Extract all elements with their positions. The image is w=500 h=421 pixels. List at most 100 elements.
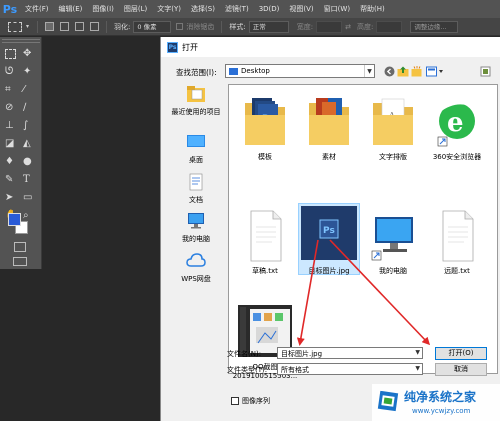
watermark-url: www.ycwjzy.com xyxy=(412,407,471,415)
chevron-down-icon[interactable]: ▼ xyxy=(415,365,420,372)
screen-mode-icon[interactable] xyxy=(13,257,27,266)
foreground-color-front[interactable] xyxy=(8,213,21,226)
magic-wand-tool-icon[interactable]: ✦ xyxy=(23,67,37,81)
file-item[interactable]: 远题.txt xyxy=(426,207,488,276)
file-label: 草稿.txt xyxy=(252,267,278,275)
filetype-value: 所有格式 xyxy=(281,366,309,374)
file-item[interactable]: Ps 模板 xyxy=(234,93,296,162)
type-tool-icon[interactable]: T xyxy=(23,175,37,189)
computer-icon xyxy=(371,217,413,261)
look-in-combobox[interactable]: Desktop ▼ xyxy=(225,64,375,78)
history-brush-tool-icon[interactable]: ∫ xyxy=(23,121,37,135)
folder-icon: A xyxy=(373,98,413,145)
path-selection-tool-icon[interactable]: ➤ xyxy=(5,193,19,207)
file-label: 目标图片.jpg xyxy=(308,267,350,275)
menu-edit[interactable]: 编辑(E) xyxy=(54,0,88,18)
file-item[interactable]: A 文字排版 xyxy=(362,93,424,162)
place-wps-cloud[interactable]: WPS网盘 xyxy=(166,251,226,284)
menu-select[interactable]: 选择(S) xyxy=(186,0,220,18)
photoshop-logo: Ps xyxy=(2,2,18,16)
antialias-checkbox[interactable] xyxy=(176,23,184,30)
add-selection-icon[interactable] xyxy=(60,22,70,31)
text-file-icon xyxy=(250,210,282,262)
place-computer[interactable]: 我的电脑 xyxy=(166,211,226,244)
place-recent[interactable]: 最近使用的项目 xyxy=(166,84,226,117)
subtract-selection-icon[interactable] xyxy=(75,22,85,31)
file-label: 360安全浏览器 xyxy=(432,153,482,161)
marquee-tool-preset-icon[interactable] xyxy=(8,21,22,32)
width-label: 宽度: xyxy=(296,22,314,31)
brush-tool-icon[interactable]: ∕ xyxy=(23,103,37,117)
eraser-tool-icon[interactable]: ◪ xyxy=(5,139,19,153)
menu-3d[interactable]: 3D(D) xyxy=(254,0,285,18)
new-selection-icon[interactable] xyxy=(45,22,55,31)
menu-help[interactable]: 帮助(H) xyxy=(355,0,390,18)
place-desktop[interactable]: 桌面 xyxy=(166,132,226,165)
menu-file[interactable]: 文件(F) xyxy=(20,0,54,18)
height-input[interactable] xyxy=(376,20,403,33)
crop-tool-icon[interactable]: ⌗ xyxy=(5,85,19,99)
watermark-logo-icon xyxy=(377,390,399,412)
intersect-selection-icon[interactable] xyxy=(90,22,100,31)
menu-image[interactable]: 图像(I) xyxy=(87,0,119,18)
shape-tool-icon[interactable]: ▭ xyxy=(23,193,37,207)
menu-window[interactable]: 窗口(W) xyxy=(319,0,355,18)
menu-filter[interactable]: 滤镜(T) xyxy=(220,0,254,18)
style-select[interactable]: 正常 xyxy=(248,20,289,33)
image-sequence-label: 图像序列 xyxy=(242,397,270,405)
style-label: 样式: xyxy=(229,22,246,31)
menu-layer[interactable]: 图层(L) xyxy=(119,0,152,18)
dodge-tool-icon[interactable]: ● xyxy=(23,157,37,171)
swap-icon[interactable]: ⇄ xyxy=(345,23,351,31)
file-item-selected[interactable]: Ps 目标图片.jpg xyxy=(298,203,360,276)
menu-type[interactable]: 文字(Y) xyxy=(152,0,186,18)
new-folder-icon[interactable] xyxy=(411,65,423,77)
feather-input[interactable]: 0 像素 xyxy=(133,20,172,33)
eyedropper-tool-icon[interactable]: ⁄ xyxy=(23,85,37,99)
width-input[interactable] xyxy=(316,20,343,33)
view-menu-icon[interactable] xyxy=(426,65,444,77)
preview-pane-icon[interactable] xyxy=(479,65,491,77)
browser-icon: e xyxy=(437,101,477,147)
image-sequence-checkbox[interactable] xyxy=(231,397,239,405)
up-folder-icon[interactable] xyxy=(397,65,409,77)
back-icon[interactable] xyxy=(383,65,395,77)
filetype-select[interactable]: 所有格式 ▼ xyxy=(277,363,423,375)
tools-panel: ✥ ᘎ ✦ ⌗ ⁄ ⊘ ∕ ⊥ ∫ ◪ ◭ ♦ ● ✎ T ➤ ▭ ✋ ⌕ xyxy=(0,37,42,269)
marquee-tool-icon[interactable] xyxy=(5,49,16,59)
file-item[interactable]: 草稿.txt xyxy=(234,207,296,276)
desktop-icon xyxy=(187,135,205,147)
clone-stamp-tool-icon[interactable]: ⊥ xyxy=(5,121,19,135)
chevron-down-icon[interactable]: ▼ xyxy=(364,65,374,77)
move-tool-icon[interactable]: ✥ xyxy=(23,49,37,63)
folder-icon: Ps xyxy=(245,98,285,145)
place-documents[interactable]: 文档 xyxy=(166,172,226,205)
file-item[interactable]: 素材 xyxy=(298,93,360,162)
paint-bucket-tool-icon[interactable]: ◭ xyxy=(23,139,37,153)
cancel-button[interactable]: 取消 xyxy=(435,363,487,376)
chevron-down-icon[interactable]: ▼ xyxy=(415,349,420,356)
place-recent-label: 最近使用的项目 xyxy=(171,108,221,116)
menu-bar: Ps 文件(F) 编辑(E) 图像(I) 图层(L) 文字(Y) 选择(S) 滤… xyxy=(0,0,500,18)
menu-view[interactable]: 视图(V) xyxy=(284,0,318,18)
healing-brush-tool-icon[interactable]: ⊘ xyxy=(5,103,19,117)
separator xyxy=(221,20,223,33)
blur-tool-icon[interactable]: ♦ xyxy=(5,157,19,171)
file-item[interactable]: e 360安全浏览器 xyxy=(426,93,488,162)
dialog-titlebar: Ps 打开 xyxy=(161,37,500,57)
lasso-tool-icon[interactable]: ᘎ xyxy=(5,67,19,81)
refine-edge-button[interactable]: 调整边缘... xyxy=(410,20,459,33)
watermark-title: 纯净系统之家 xyxy=(404,390,477,404)
quick-mask-icon[interactable] xyxy=(14,242,26,252)
dropdown-arrow-icon[interactable]: ▾ xyxy=(26,23,29,30)
feather-label: 羽化: xyxy=(114,22,131,31)
pen-tool-icon[interactable]: ✎ xyxy=(5,175,19,189)
separator xyxy=(37,20,39,33)
file-item[interactable]: 我的电脑 xyxy=(362,207,424,276)
filetype-label: 文件类型(T): xyxy=(227,366,268,374)
place-desktop-label: 桌面 xyxy=(189,156,203,164)
look-in-value: Desktop xyxy=(241,67,270,75)
place-wps-cloud-label: WPS网盘 xyxy=(181,275,211,283)
filename-input[interactable]: 目标图片.jpg ▼ xyxy=(277,347,423,359)
open-button[interactable]: 打开(O) xyxy=(435,347,487,360)
